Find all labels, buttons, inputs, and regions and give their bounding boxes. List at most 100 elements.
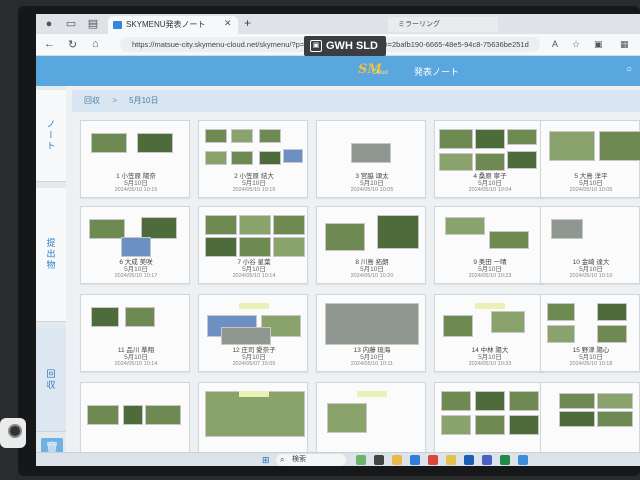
note-thumbnail	[203, 127, 305, 171]
photo-thumbnail	[205, 129, 227, 143]
sidebar-item-label: 回収	[45, 368, 56, 391]
note-card[interactable]: 11 品川 準翔 5月10日 2024/05/10 10:14	[80, 294, 190, 372]
note-card[interactable]: 14 中林 陽大 5月10日 2024/05/10 10:33	[434, 294, 544, 372]
photo-thumbnail	[259, 129, 281, 143]
home-icon[interactable]: ⌂	[92, 38, 99, 50]
tab-mirroring[interactable]: ミラーリング	[388, 17, 498, 32]
student-name: 14 中林 陽大	[471, 347, 509, 354]
new-tab-icon[interactable]: +	[244, 16, 251, 30]
note-card[interactable]: 7 小谷 星葉 5月10日 2024/05/10 10:14	[198, 206, 308, 284]
tab-skymenu[interactable]: SKYMENU発表ノート	[108, 16, 238, 34]
office-icon[interactable]	[428, 455, 438, 465]
app-icon[interactable]	[518, 455, 528, 465]
reload-icon[interactable]: ↻	[68, 38, 77, 51]
student-name: 6 大成 美咲	[119, 259, 153, 266]
extensions-icon[interactable]: ▦	[620, 39, 629, 50]
breadcrumb-root-link[interactable]: 回収	[84, 96, 100, 105]
note-caption: 10 金崎 達大 5月10日 2024/05/10 10:10	[541, 259, 640, 280]
note-date: 5月10日	[124, 354, 148, 361]
sidebar-item-submissions[interactable]: 提出物	[36, 188, 66, 322]
note-caption: 7 小谷 星葉 5月10日 2024/05/10 10:14	[199, 259, 309, 280]
skymenu-logo: SM Cloud	[358, 62, 388, 77]
search-icon[interactable]: ○	[626, 64, 632, 75]
note-caption: 3 宮脇 頌太 5月10日 2024/05/10 10:05	[317, 173, 427, 194]
note-date: 5月10日	[242, 180, 266, 187]
note-thumbnail	[545, 389, 640, 433]
note-thumbnail	[439, 213, 541, 257]
close-icon[interactable]: ✕	[224, 18, 232, 29]
note-card[interactable]: 12 庄司 愛奈子 5月10日 2024/05/07 15:05	[198, 294, 308, 372]
note-label-tag	[239, 303, 269, 309]
note-date: 5月10日	[242, 354, 266, 361]
widgets-icon[interactable]	[356, 455, 366, 465]
note-thumbnail	[203, 213, 305, 257]
note-thumbnail	[545, 127, 640, 171]
note-timestamp: 2024/05/07 15:05	[232, 361, 276, 367]
note-card[interactable]: 15 野津 陽心 5月10日 2024/05/10 10:18	[540, 294, 640, 372]
note-card[interactable]	[540, 382, 640, 460]
note-thumbnail	[439, 127, 541, 171]
photo-thumbnail	[445, 217, 485, 235]
note-thumbnail	[321, 389, 423, 433]
photo-thumbnail	[205, 237, 237, 257]
photo-thumbnail	[509, 391, 539, 411]
note-timestamp: 2024/05/10 10:20	[350, 273, 394, 279]
camera-icon: ▣	[310, 40, 322, 52]
chrome-icon[interactable]	[446, 455, 456, 465]
note-card[interactable]: 6 大成 美咲 5月10日 2024/05/10 10:17	[80, 206, 190, 284]
favorite-star-icon[interactable]: ☆	[572, 39, 580, 50]
photo-thumbnail	[221, 327, 271, 345]
tab-actions-icon[interactable]: ▤	[86, 17, 100, 31]
note-timestamp: 2024/05/10 10:14	[232, 273, 276, 279]
excel-icon[interactable]	[500, 455, 510, 465]
note-card[interactable]: 9 奥田 一晴 5月10日 2024/05/10 10:23	[434, 206, 544, 284]
task-view-icon[interactable]	[374, 455, 384, 465]
windows-start-icon[interactable]: ⊞	[262, 455, 270, 466]
note-thumbnail	[321, 127, 423, 171]
note-thumbnail	[85, 213, 187, 257]
note-card[interactable]: 8 川島 拓朗 5月10日 2024/05/10 10:20	[316, 206, 426, 284]
photo-thumbnail	[597, 303, 627, 321]
note-card[interactable]	[80, 382, 190, 460]
photo-thumbnail	[439, 129, 473, 149]
note-timestamp: 2024/05/10 10:17	[114, 273, 158, 279]
note-timestamp: 2024/05/10 10:23	[468, 273, 512, 279]
note-timestamp: 2024/05/10 10:15	[114, 187, 158, 193]
note-caption: 8 川島 拓朗 5月10日 2024/05/10 10:20	[317, 259, 427, 280]
note-card[interactable]: 1 小笠原 陽奈 5月10日 2024/05/10 10:15	[80, 120, 190, 198]
word-icon[interactable]	[464, 455, 474, 465]
photo-thumbnail	[507, 129, 537, 145]
note-card[interactable]: 13 内藤 琉海 5月10日 2024/05/10 10:11	[316, 294, 426, 372]
sidebar-item-collect[interactable]: 回収	[36, 328, 66, 432]
photo-thumbnail	[475, 129, 505, 149]
edge-icon[interactable]	[410, 455, 420, 465]
profile-icon[interactable]: ●	[42, 17, 56, 31]
note-card[interactable]: 10 金崎 達大 5月10日 2024/05/10 10:10	[540, 206, 640, 284]
note-card[interactable]	[198, 382, 308, 460]
note-card[interactable]: 5 大島 洋平 5月10日 2024/05/10 10:05	[540, 120, 640, 198]
note-date: 5月10日	[579, 354, 603, 361]
note-thumbnail	[545, 213, 640, 257]
read-aloud-icon[interactable]: A	[552, 39, 558, 49]
note-card[interactable]: 2 小笠原 結大 5月10日 2024/05/10 10:16	[198, 120, 308, 198]
teams-icon[interactable]	[482, 455, 492, 465]
student-name: 8 川島 拓朗	[355, 259, 389, 266]
photo-thumbnail	[205, 151, 227, 165]
screen: ● ▭ ▤ SKYMENU発表ノート ✕ + ミラーリング ← ↻ ⌂ http…	[36, 14, 640, 466]
back-icon[interactable]: ←	[44, 38, 55, 50]
photo-thumbnail	[599, 131, 640, 161]
photo-thumbnail	[547, 303, 575, 321]
note-card[interactable]	[434, 382, 544, 460]
collections-icon[interactable]: ▣	[594, 39, 603, 50]
main-content: 回収 > 5月10日 1 小笠原 陽奈 5月10日 2024/05/10 10:15…	[72, 88, 640, 466]
taskbar-search[interactable]: ⌕ 検索	[276, 454, 346, 466]
note-card[interactable]: 4 桑原 寧子 5月10日 2024/05/10 10:04	[434, 120, 544, 198]
note-card[interactable]	[316, 382, 426, 460]
photo-thumbnail	[121, 237, 151, 257]
sidebar-item-notes[interactable]: ノート	[36, 90, 66, 182]
note-card[interactable]: 3 宮脇 頌太 5月10日 2024/05/10 10:05	[316, 120, 426, 198]
photo-thumbnail	[507, 151, 537, 169]
file-explorer-icon[interactable]	[392, 455, 402, 465]
note-date: 5月10日	[124, 180, 148, 187]
workspaces-icon[interactable]: ▭	[64, 17, 78, 31]
